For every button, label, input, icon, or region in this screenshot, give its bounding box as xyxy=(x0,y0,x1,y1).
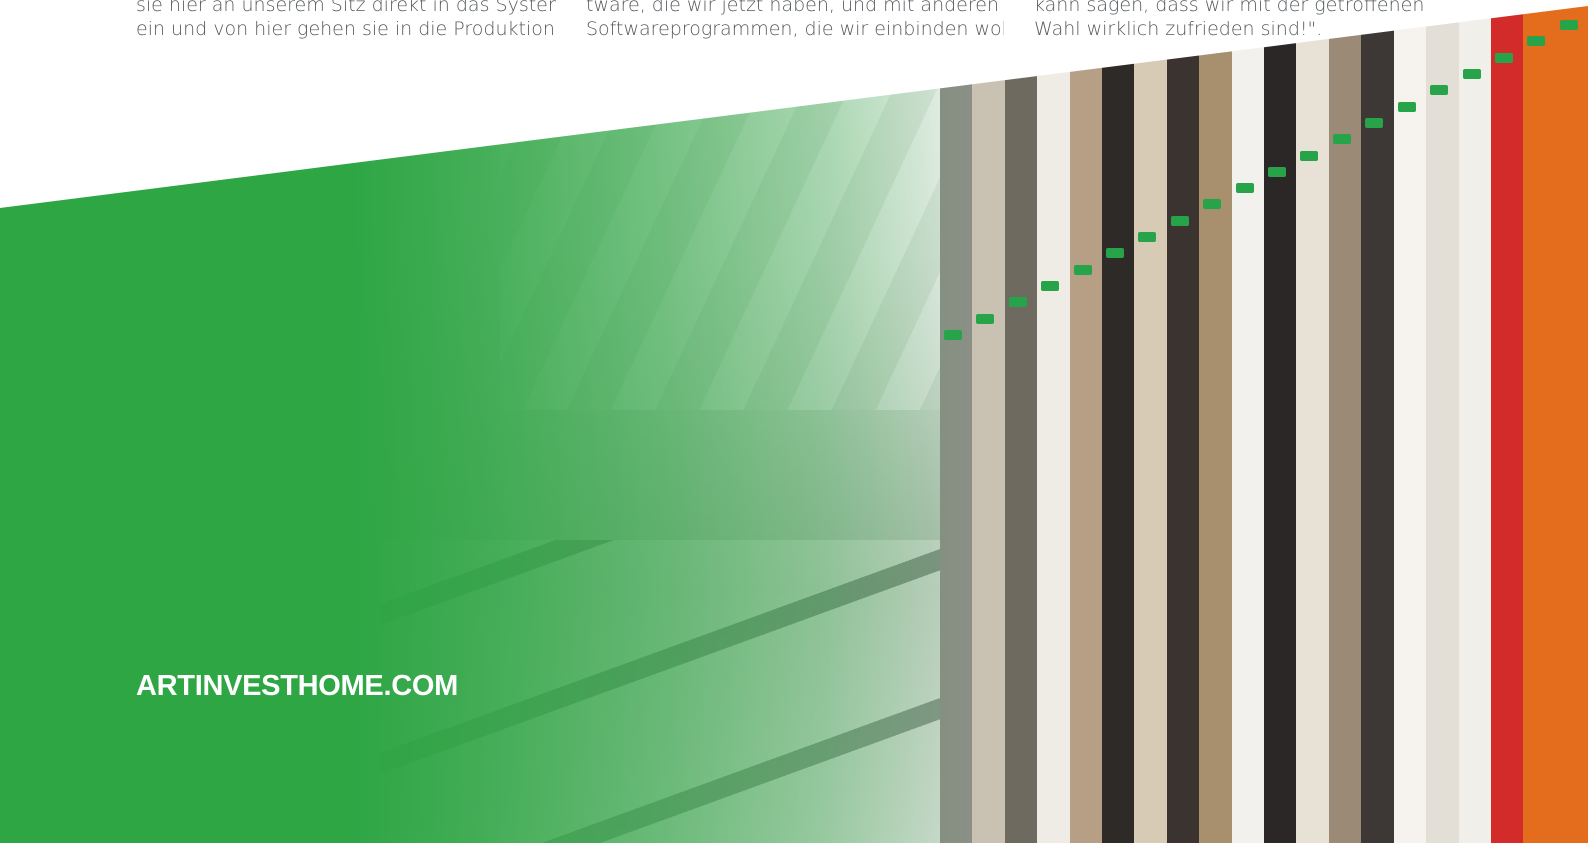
text-line: tware, die wir jetzt haben, und mit ande… xyxy=(586,0,999,16)
text-line: kann sagen, dass wir mit der getroffenen xyxy=(1034,0,1425,16)
showroom-photo-band xyxy=(0,6,1588,843)
website-url[interactable]: ARTINVESTHOME.COM xyxy=(136,670,458,703)
text-line: Softwareprogrammen, die wir einbinden wo… xyxy=(586,18,1004,40)
text-line: sie hier an unserem Sitz direkt in das S… xyxy=(136,0,556,16)
text-line: ein und von hier gehen sie in die Produk… xyxy=(136,18,556,40)
text-column-2: tware, die wir jetzt haben, und mit ande… xyxy=(586,0,1004,41)
green-gradient-overlay xyxy=(0,6,1588,843)
text-column-1: sie hier an unserem Sitz direkt in das S… xyxy=(136,0,556,41)
